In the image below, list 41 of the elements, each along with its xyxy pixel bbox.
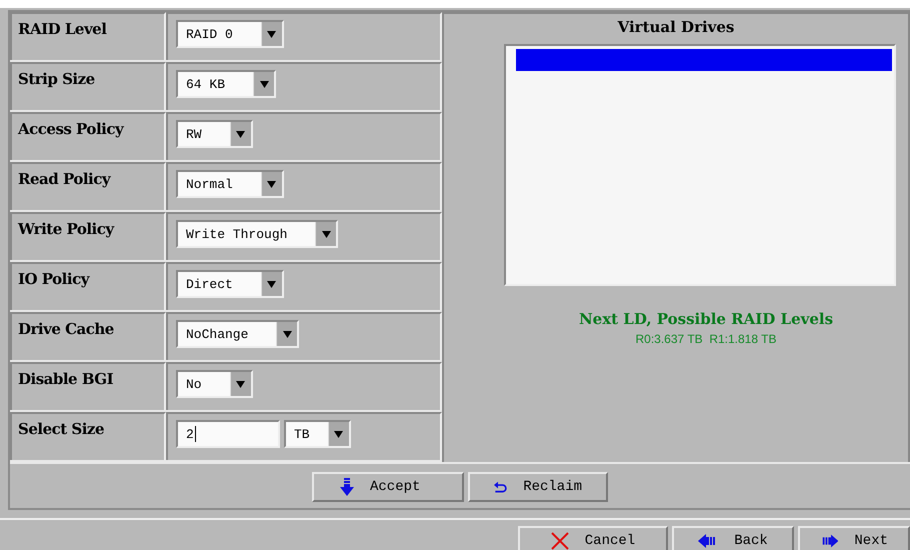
caret-icon [230,372,251,396]
panel-title: Virtual Drives [618,18,734,36]
dropdown[interactable]: NoChange [176,320,300,348]
caret-icon [260,272,282,296]
setting-label: Disable BGI [10,362,166,410]
dropdown[interactable]: Direct [176,270,284,298]
setting-label: IO Policy [10,262,166,310]
setting-label: RAID Level [10,12,166,60]
setting-label: Read Policy [10,162,166,210]
setting-label: Access Policy [10,112,166,160]
caret-icon [276,322,298,346]
caret-icon [328,422,349,446]
dropdown[interactable]: 64 KB [176,70,276,98]
undo-arrow-icon [494,479,508,495]
caret-icon [230,122,251,146]
dropdown[interactable]: No [176,370,253,398]
setting-label: Select Size [10,412,166,460]
dropdown[interactable]: Write Through [176,220,338,248]
virtual-drives-list[interactable] [504,44,896,286]
close-icon [550,532,569,550]
action-button[interactable]: Reclaim [468,472,608,502]
dropdown[interactable]: RW [176,120,253,148]
nav-button[interactable]: Cancel [518,526,668,550]
dropdown[interactable]: TB [284,420,351,448]
input-field[interactable]: 2 [176,420,280,448]
raid-capacity-text: R0:3.637 TB R1:1.818 TB [636,332,776,346]
nav-button[interactable]: Back [672,526,794,550]
setting-label: Strip Size [10,62,166,110]
caret-icon [260,22,282,46]
setting-label: Drive Cache [10,312,166,360]
down-arrow-icon [340,478,354,496]
caret-icon [253,72,274,96]
caret-icon [260,172,282,196]
nav-button[interactable]: Next [798,526,910,550]
next-ld-heading: Next LD, Possible RAID Levels [578,310,834,328]
setting-label: Write Policy [10,212,166,260]
dropdown[interactable]: Normal [176,170,284,198]
caret-icon [315,222,336,246]
action-button[interactable]: Accept [312,472,464,502]
right-arrow-icon [820,534,838,548]
dropdown[interactable]: RAID 0 [176,20,284,48]
